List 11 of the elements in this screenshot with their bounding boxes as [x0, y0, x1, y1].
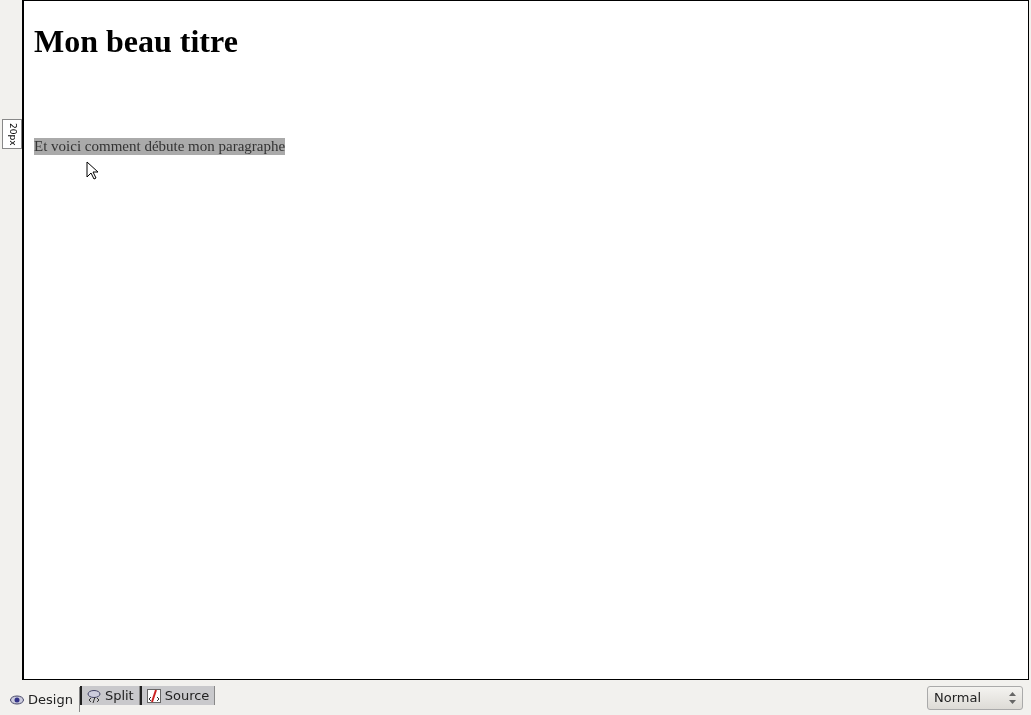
view-tab[interactable]: Source: [139, 686, 216, 705]
view-tab[interactable]: Split: [79, 686, 140, 705]
style-dropdown[interactable]: Normal: [927, 685, 1023, 710]
heading: Mon beau titre: [34, 23, 239, 60]
eye-icon: [10, 694, 24, 705]
pointer-icon: [86, 161, 98, 180]
paragraph: Et voici comment débute mon paragraphe: [34, 138, 286, 155]
spinner-arrows-icon: [1009, 691, 1016, 704]
eye-code-icon: [86, 688, 101, 703]
code-icon: [146, 688, 161, 703]
ruler-label: 20px: [2, 119, 22, 149]
